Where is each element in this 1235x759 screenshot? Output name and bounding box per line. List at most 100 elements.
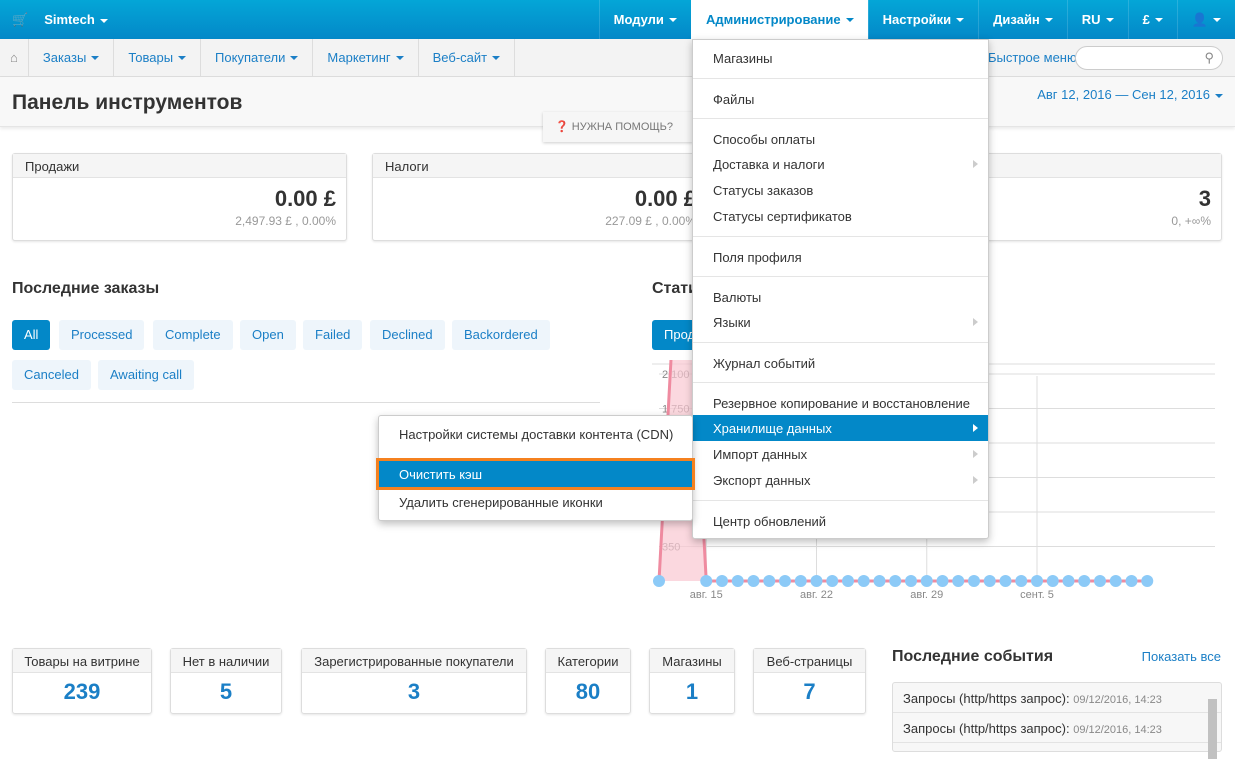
list-item[interactable]: Запросы (http/https запрос): 09/12/2016,… <box>893 713 1221 743</box>
counter-value: 7 <box>803 679 816 704</box>
admin-menu-item[interactable]: Языки <box>693 309 988 335</box>
admin-menu-item[interactable]: Магазины <box>693 45 988 71</box>
filter-backordered[interactable]: Backordered <box>452 320 550 350</box>
sales-card: Продажи 0.00 £ 2,497.93 £ , 0.00% <box>12 153 347 241</box>
recent-orders-title: Последние заказы <box>12 280 160 297</box>
menu-item-label: Доставка и налоги <box>713 157 825 172</box>
search-icon: ⚲ <box>1204 50 1214 65</box>
chevron-right-icon <box>973 450 978 458</box>
divider <box>12 402 600 403</box>
counter-card[interactable]: Зарегистрированные покупатели 3 <box>301 648 527 714</box>
data-point <box>1141 575 1154 587</box>
admin-menu-item[interactable]: Центр обновлений <box>693 500 988 533</box>
search-input[interactable]: ⚲ <box>1075 46 1223 70</box>
data-point <box>731 575 744 587</box>
filter-awaiting-call[interactable]: Awaiting call <box>98 360 195 390</box>
event-time: 09/12/2016, 14:23 <box>1073 724 1162 736</box>
event-text: Запросы (http/https запрос): <box>903 691 1070 706</box>
data-point <box>700 575 713 587</box>
admin-menu-item[interactable]: Хранилище данных <box>693 415 988 441</box>
counter-label: Веб-страницы <box>754 649 865 673</box>
admin-menu-item[interactable]: Статусы заказов <box>693 177 988 203</box>
nav-customers[interactable]: Покупатели <box>201 38 314 77</box>
x-tick-label: авг. 15 <box>690 589 723 601</box>
brand-menu[interactable]: Simtech <box>44 12 108 27</box>
filter-failed[interactable]: Failed <box>303 320 363 350</box>
storage-menu-item[interactable]: Удалить сгенерированные иконки <box>379 489 692 515</box>
card-sub: 2,497.93 £ , 0.00% <box>235 214 336 228</box>
menu-item-label: Файлы <box>713 92 755 107</box>
counter-value: 1 <box>685 679 699 704</box>
menu-design[interactable]: Дизайн <box>978 0 1067 39</box>
counter-label: Товары на витрине <box>13 649 151 673</box>
x-tick-label: авг. 29 <box>910 589 943 601</box>
data-point <box>747 575 760 587</box>
data-point <box>826 575 839 587</box>
home-icon[interactable]: ⌂ <box>0 38 29 77</box>
admin-menu-item[interactable]: Способы оплаты <box>693 118 988 151</box>
nav-products[interactable]: Товары <box>114 38 202 77</box>
page-title: Панель инструментов <box>12 91 243 114</box>
admin-menu-item[interactable]: Резервное копирование и восстановление <box>693 382 988 415</box>
nav-marketing[interactable]: Маркетинг <box>313 38 419 77</box>
nav-orders[interactable]: Заказы <box>29 38 115 77</box>
data-point <box>889 575 902 587</box>
admin-menu-item[interactable]: Доставка и налоги <box>693 151 988 177</box>
list-item[interactable]: Запросы (http/https запрос): 09/12/2016,… <box>893 683 1221 713</box>
admin-menu-item[interactable]: Валюты <box>693 276 988 309</box>
counter-card[interactable]: Нет в наличии 5 <box>170 648 282 714</box>
menu-item-label: Поля профиля <box>713 250 802 265</box>
counter-card[interactable]: Веб-страницы 7 <box>753 648 866 714</box>
scrollbar[interactable] <box>1208 699 1217 759</box>
menu-settings[interactable]: Настройки <box>867 0 979 39</box>
data-point <box>794 575 807 587</box>
menu-item-label: Импорт данных <box>713 447 808 462</box>
storage-submenu: Настройки системы доставки контента (CDN… <box>376 415 695 521</box>
show-all-link[interactable]: Показать все <box>1142 649 1221 664</box>
menu-modules[interactable]: Модули <box>598 0 691 39</box>
storage-menu-item[interactable]: Очистить кэш <box>376 458 695 490</box>
menu-item-label: Статусы сертификатов <box>713 209 852 224</box>
filter-canceled[interactable]: Canceled <box>12 360 91 390</box>
counter-card[interactable]: Категории 80 <box>545 648 631 714</box>
admin-menu-item[interactable]: Файлы <box>693 78 988 111</box>
quick-menu-link[interactable]: Быстрое меню <box>988 50 1077 65</box>
data-point <box>653 575 665 587</box>
admin-menu-item[interactable]: Импорт данных <box>693 441 988 467</box>
help-button[interactable]: ❓ НУЖНА ПОМОЩЬ? <box>543 112 693 142</box>
counter-card[interactable]: Магазины 1 <box>649 648 735 714</box>
filter-all[interactable]: All <box>12 320 51 350</box>
events-list: Запросы (http/https запрос): 09/12/2016,… <box>892 682 1222 759</box>
card-value: 0.00 £ <box>274 186 336 211</box>
counter-label: Зарегистрированные покупатели <box>302 649 526 673</box>
menu-item-label: Языки <box>713 315 751 330</box>
data-point <box>763 575 776 587</box>
menu-administration[interactable]: Администрирование <box>690 0 868 39</box>
filter-processed[interactable]: Processed <box>59 320 145 350</box>
cart-icon: 🛒 <box>12 11 29 27</box>
filter-complete[interactable]: Complete <box>153 320 233 350</box>
recent-events-title: Последние события <box>892 648 1054 665</box>
data-point <box>716 575 728 587</box>
storage-menu-item[interactable]: Настройки системы доставки контента (CDN… <box>379 421 692 447</box>
admin-menu-item[interactable]: Поля профиля <box>693 236 988 269</box>
admin-menu-item[interactable]: Статусы сертификатов <box>693 203 988 229</box>
filter-open[interactable]: Open <box>240 320 296 350</box>
chevron-right-icon <box>973 424 978 432</box>
top-bar: 🛒 Simtech Модули Администрирование Настро… <box>0 0 1235 39</box>
data-point <box>1031 575 1043 587</box>
menu-currency[interactable]: £ <box>1127 0 1177 39</box>
counter-card[interactable]: Товары на витрине 239 <box>12 648 152 714</box>
data-point <box>983 575 996 587</box>
event-text: Запросы (http/https запрос): <box>903 721 1070 736</box>
filter-declined[interactable]: Declined <box>370 320 445 350</box>
administration-dropdown: Магазины Файлы Способы оплаты Доставка и на… <box>692 39 989 539</box>
data-point <box>1015 575 1028 587</box>
menu-language[interactable]: RU <box>1066 0 1128 39</box>
admin-menu-item[interactable]: Экспорт данных <box>693 467 988 493</box>
admin-menu-item[interactable]: Журнал событий <box>693 342 988 375</box>
user-menu[interactable]: 👤 <box>1176 0 1235 39</box>
date-range-picker[interactable]: Авг 12, 2016 — Сен 12, 2016 <box>1037 87 1223 102</box>
card-title: Продажи <box>13 154 346 178</box>
nav-website[interactable]: Веб-сайт <box>419 38 516 77</box>
